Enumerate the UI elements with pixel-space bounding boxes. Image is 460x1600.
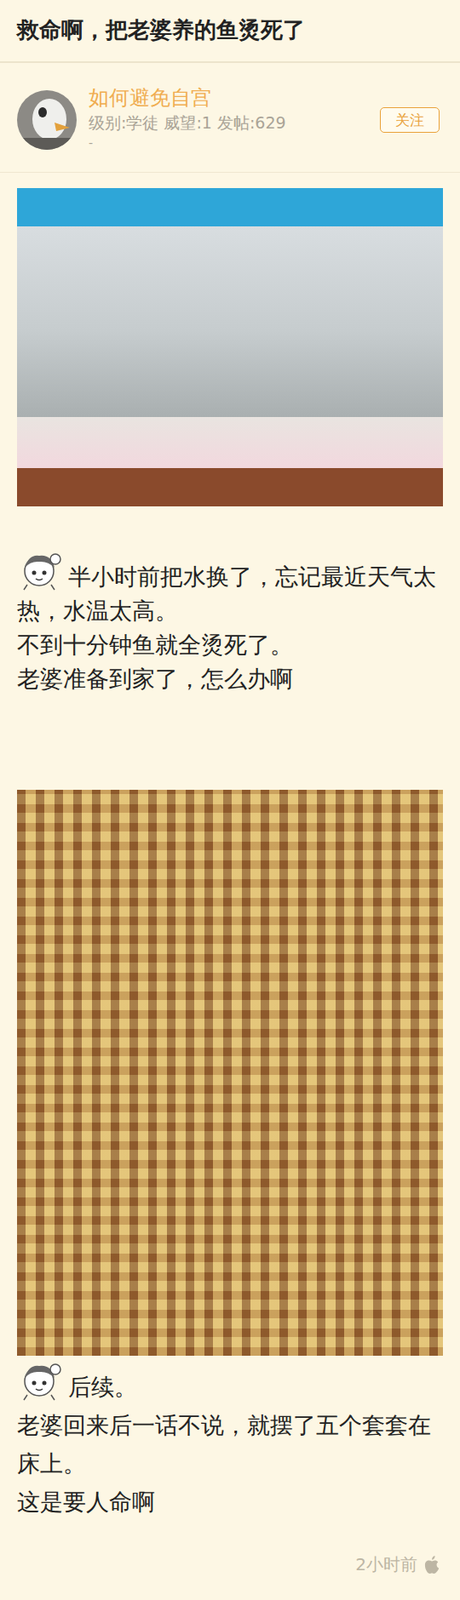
post-footer: 2小时前 [0, 1522, 460, 1590]
text-line: 后续。 [17, 1362, 443, 1408]
post-content: 半小时前把水换了，忘记最近天气太热，水温太高。不到十分钟鱼就全烫死了。老婆准备到… [0, 172, 460, 1523]
text-line: 不到十分钟鱼就全烫死了。 [17, 628, 443, 663]
sticker-icon [17, 551, 65, 593]
post-page: 救命啊，把老婆养的鱼烫死了如何避免自宫级别:学徒 威望:1 发帖:629-关注半… [0, 0, 460, 1600]
author-info: 如何避免自宫级别:学徒 威望:1 发帖:629- [88, 90, 368, 152]
author-card: 如何避免自宫级别:学徒 威望:1 发帖:629-关注 [0, 63, 460, 173]
text-line: 老婆准备到家了，怎么办啊 [17, 662, 443, 697]
avatar-icon[interactable] [17, 90, 77, 150]
post-photo[interactable] [17, 188, 443, 507]
author-name[interactable]: 如何避免自宫 [88, 85, 368, 111]
text-line: 老婆回来后一话不说，就摆了五个套套在床上。 [17, 1407, 443, 1484]
author-meta: 级别:学徒 威望:1 发帖:629 [88, 110, 368, 135]
post-text: 后续。老婆回来后一话不说，就摆了五个套套在床上。这是要人命啊 [17, 1362, 443, 1523]
sticker-icon [17, 1362, 65, 1403]
text-line: 半小时前把水换了，忘记最近天气太热，水温太高。 [17, 551, 443, 629]
post-time: 2小时前 [355, 1554, 418, 1578]
post-title: 救命啊，把老婆养的鱼烫死了 [17, 16, 305, 46]
post-photo[interactable] [17, 790, 443, 1357]
text-line: 这是要人命啊 [17, 1483, 443, 1523]
post-text: 半小时前把水换了，忘记最近天气太热，水温太高。不到十分钟鱼就全烫死了。老婆准备到… [17, 551, 443, 697]
author-note: - [88, 134, 368, 152]
apple-icon [424, 1557, 440, 1576]
follow-button[interactable]: 关注 [379, 107, 440, 133]
title-bar: 救命啊，把老婆养的鱼烫死了 [0, 0, 460, 64]
